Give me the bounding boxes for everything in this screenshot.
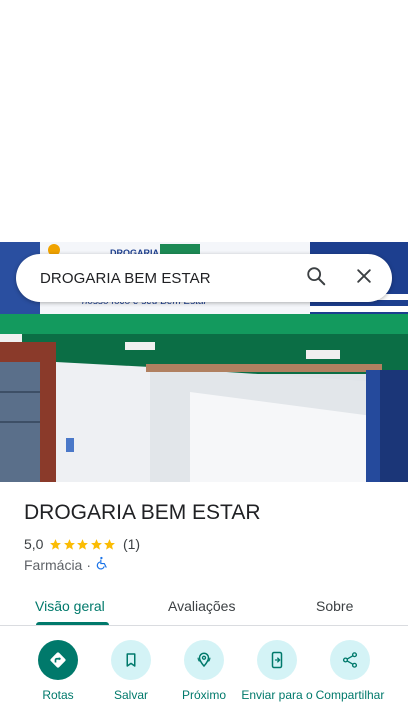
star-icon bbox=[104, 538, 116, 550]
tab-about[interactable]: Sobre bbox=[316, 586, 353, 626]
action-buttons: Rotas Salvar Próximo Enviar para o Compa… bbox=[0, 640, 408, 724]
search-input[interactable]: DROGARIA BEM ESTAR bbox=[16, 270, 292, 287]
active-tab-indicator bbox=[36, 622, 109, 625]
clear-search-button[interactable] bbox=[340, 254, 388, 302]
directions-icon bbox=[38, 640, 78, 680]
directions-label: Rotas bbox=[42, 688, 74, 702]
send-to-phone-button[interactable]: Enviar para o bbox=[240, 640, 314, 702]
send-to-phone-label: Enviar para o bbox=[241, 688, 313, 702]
place-category: Farmácia bbox=[24, 556, 83, 573]
nearby-button[interactable]: Próximo bbox=[167, 640, 241, 702]
tab-reviews[interactable]: Avaliações bbox=[168, 586, 235, 626]
send-to-phone-icon bbox=[257, 640, 297, 680]
share-icon bbox=[330, 640, 370, 680]
map-area-blank bbox=[0, 0, 408, 242]
tab-overview[interactable]: Visão geral bbox=[35, 586, 105, 626]
wheelchair-accessible-icon bbox=[95, 556, 109, 573]
search-button[interactable] bbox=[292, 254, 340, 302]
nearby-label: Próximo bbox=[181, 688, 226, 702]
bookmark-icon bbox=[111, 640, 151, 680]
category-row: Farmácia · bbox=[24, 556, 109, 573]
close-icon bbox=[354, 266, 374, 291]
share-label: Compartilhar bbox=[315, 688, 385, 702]
review-count: (1) bbox=[122, 536, 141, 552]
search-bar[interactable]: DROGARIA BEM ESTAR bbox=[16, 254, 392, 302]
place-title: DROGARIA BEM ESTAR bbox=[24, 501, 261, 524]
star-icon bbox=[91, 538, 102, 550]
rating-value: 5,0 bbox=[24, 536, 44, 552]
place-tabs: Visão geral Avaliações Sobre bbox=[0, 586, 408, 626]
star-icon bbox=[64, 538, 75, 550]
share-button[interactable]: Compartilhar bbox=[313, 640, 387, 702]
rating-stars bbox=[49, 538, 117, 551]
save-label: Salvar bbox=[113, 688, 148, 702]
rating-row[interactable]: 5,0 (1) bbox=[24, 536, 140, 552]
place-details-sheet: DROGARIA BEM ESTAR 5,0 (1) Farmácia · Vi… bbox=[0, 482, 408, 724]
star-icon bbox=[77, 538, 89, 550]
save-button[interactable]: Salvar bbox=[94, 640, 168, 702]
nearby-icon bbox=[184, 640, 224, 680]
star-icon bbox=[50, 538, 62, 550]
directions-button[interactable]: Rotas bbox=[21, 640, 95, 702]
separator-dot: · bbox=[86, 556, 92, 573]
search-icon bbox=[305, 265, 327, 292]
